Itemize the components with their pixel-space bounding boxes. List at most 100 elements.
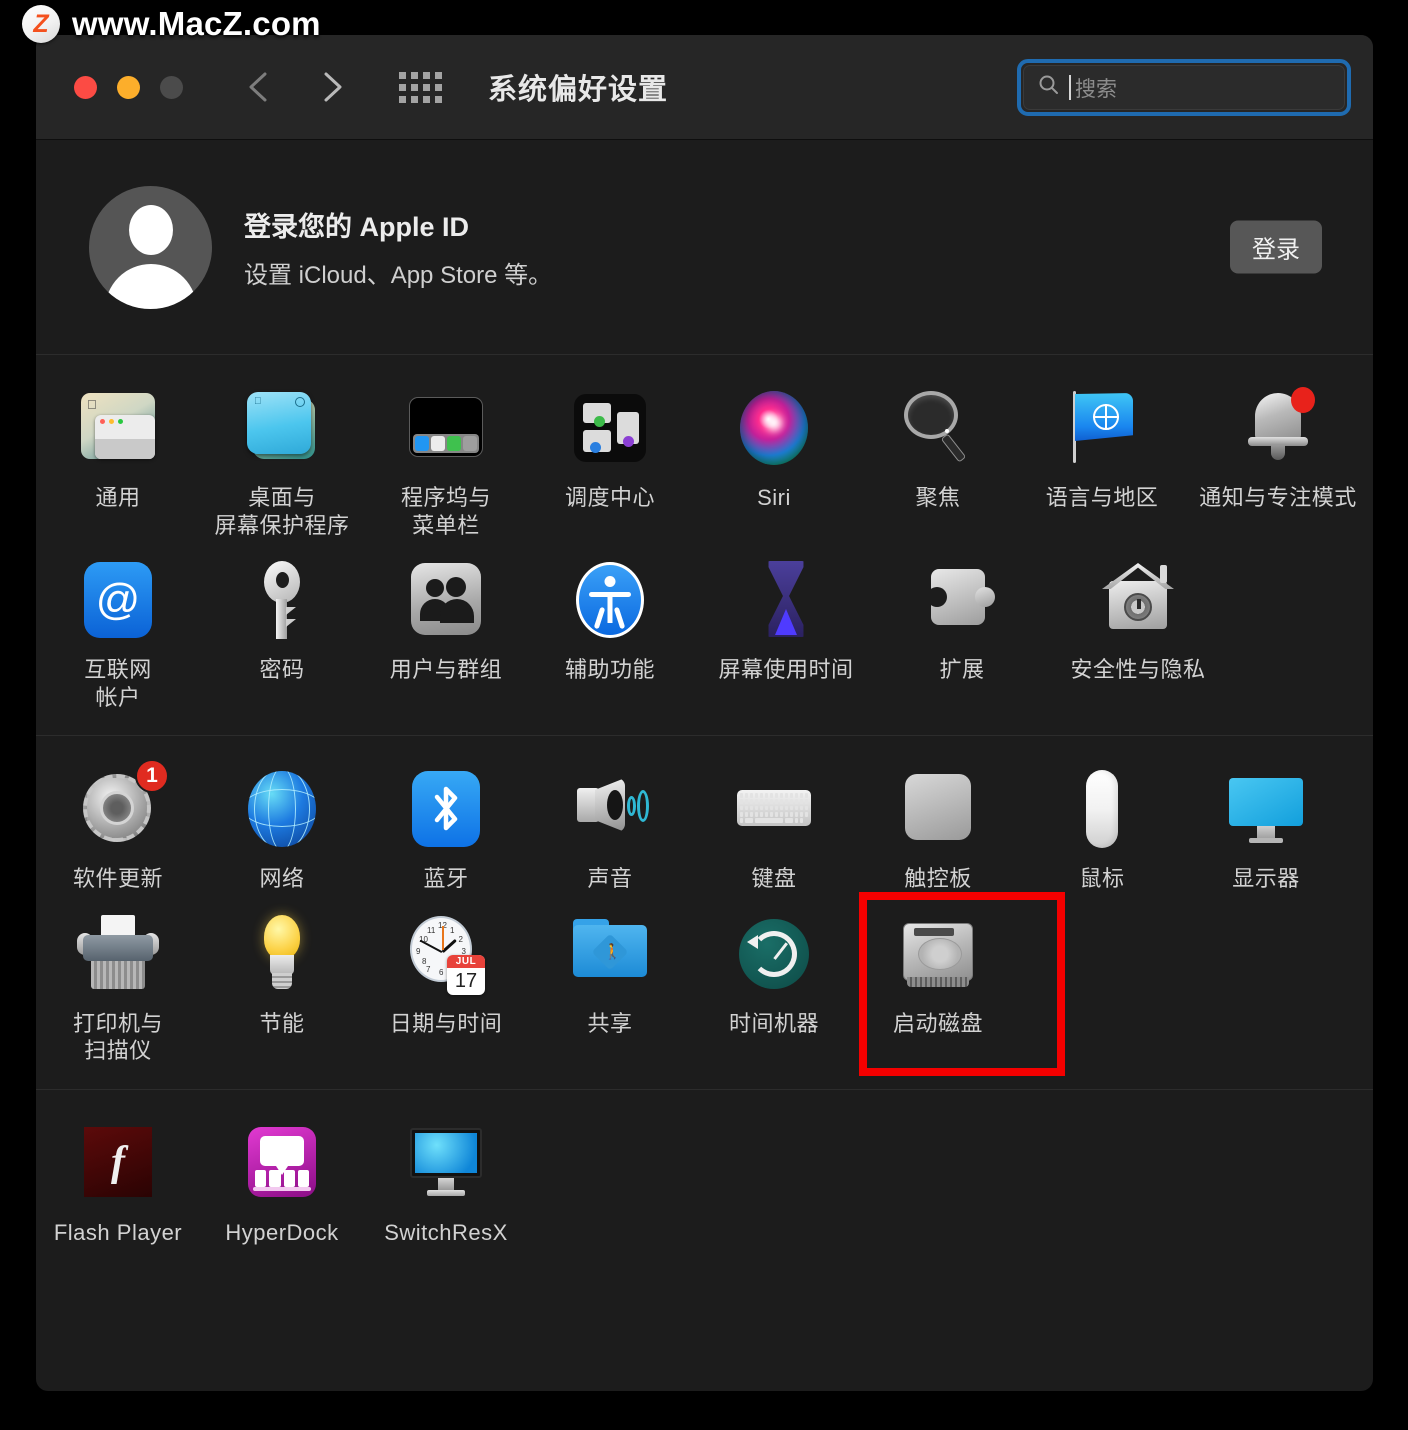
pane-label: Siri [757, 485, 791, 510]
keyboard-icon [731, 766, 817, 852]
pref-pane-notifications-focus[interactable]: 通知与专注模式 [1184, 377, 1372, 549]
pane-label: 安全性与隐私 [1070, 657, 1206, 682]
pref-pane-users-groups[interactable]: 用户与群组 [364, 549, 528, 721]
pref-pane-sound[interactable]: 声音 [528, 758, 692, 903]
pref-pane-extensions[interactable]: 扩展 [880, 549, 1044, 721]
bluetooth-icon [403, 766, 489, 852]
pane-label: 节能 [259, 1010, 305, 1036]
pref-pane-dock-menubar[interactable]: 程序坞与 菜单栏 [364, 377, 528, 549]
pane-label: 打印机与 扫描仪 [72, 1010, 163, 1064]
preferences-section-personal:  通用  桌面与 屏幕保护程序 程序坞与 菜单栏 [36, 355, 1373, 736]
pref-pane-bluetooth[interactable]: 蓝牙 [364, 758, 528, 903]
pref-pane-accessibility[interactable]: 辅助功能 [528, 549, 692, 721]
pref-pane-software-update[interactable]: 1 软件更新 [36, 758, 200, 903]
pane-label: 键盘 [751, 866, 797, 891]
spotlight-icon [895, 385, 981, 471]
pref-pane-startup-disk[interactable]: 启动磁盘 [856, 891, 1065, 1076]
pane-label: 程序坞与 菜单栏 [400, 485, 491, 538]
pane-label: 语言与地区 [1045, 485, 1159, 510]
system-preferences-window: 系统偏好设置 搜索 登录您的 Apple ID 设置 iCloud、App St… [36, 35, 1373, 1391]
watermark-url: www.MacZ.com [72, 5, 321, 42]
pref-pane-energy-saver[interactable]: 节能 [200, 903, 364, 1075]
maximize-icon[interactable] [160, 75, 183, 99]
pane-label: 密码 [259, 657, 305, 682]
pane-label: 通用 [95, 485, 141, 510]
pref-pane-time-machine[interactable]: 时间机器 [692, 903, 856, 1075]
pref-pane-desktop-screensaver[interactable]:  桌面与 屏幕保护程序 [200, 377, 364, 549]
pane-label: 网络 [259, 866, 305, 891]
pane-label: 显示器 [1232, 866, 1300, 891]
pref-pane-screen-time[interactable]: 屏幕使用时间 [692, 549, 880, 721]
extensions-icon [919, 557, 1005, 643]
minimize-icon[interactable] [117, 75, 140, 99]
text-caret [1069, 75, 1071, 100]
sign-in-button[interactable]: 登录 [1230, 220, 1322, 274]
preferences-section-hardware: 1 软件更新 网络 蓝牙 声音 键盘 触控板 鼠标 显示器 打印机与 扫描仪 节… [36, 736, 1373, 1090]
pref-pane-language-region[interactable]: 语言与地区 [1020, 377, 1184, 549]
pref-pane-internet-accounts[interactable]: @ 互联网 帐户 [36, 549, 200, 721]
apple-id-title: 登录您的 Apple ID [244, 211, 470, 242]
energy-saver-icon [239, 911, 325, 997]
siri-icon [731, 385, 817, 471]
search-placeholder: 搜索 [1075, 77, 1117, 101]
language-region-icon [1059, 385, 1145, 471]
pref-pane-date-time[interactable]: 12 3 6 9 11 1 10 2 8 7 [364, 903, 528, 1075]
show-all-grid-icon[interactable] [399, 71, 442, 103]
back-chevron-icon[interactable] [245, 70, 271, 104]
pane-label: 桌面与 屏幕保护程序 [214, 485, 350, 538]
printers-scanners-icon [75, 911, 161, 997]
notifications-focus-icon [1235, 385, 1321, 471]
pane-label: Flash Player [53, 1219, 183, 1245]
pref-pane-printers-scanners[interactable]: 打印机与 扫描仪 [36, 903, 200, 1075]
pref-pane-general[interactable]:  通用 [36, 377, 200, 549]
pref-pane-siri[interactable]: Siri [692, 377, 856, 549]
pane-row: @ 互联网 帐户 密码 用户与群组 辅助功能 屏幕使用时间 扩展 安全性与隐私 [36, 549, 1373, 721]
internet-accounts-icon: @ [75, 557, 161, 643]
pref-pane-spotlight[interactable]: 聚焦 [856, 377, 1020, 549]
users-groups-icon [403, 557, 489, 643]
pref-pane-keyboard[interactable]: 键盘 [692, 758, 856, 903]
pref-pane-mouse[interactable]: 鼠标 [1020, 758, 1184, 903]
pref-pane-sharing[interactable]: 共享 [528, 903, 692, 1075]
watermark: Z www.MacZ.com [22, 5, 321, 43]
pane-row: 1 软件更新 网络 蓝牙 声音 键盘 触控板 鼠标 显示器 [36, 758, 1373, 903]
macz-logo-icon: Z [22, 5, 60, 43]
pane-label: 鼠标 [1079, 866, 1125, 891]
dock-menubar-icon [403, 385, 489, 471]
pref-pane-security-privacy[interactable]: 安全性与隐私 [1044, 549, 1232, 721]
pref-pane-network[interactable]: 网络 [200, 758, 364, 903]
pref-pane-trackpad[interactable]: 触控板 [856, 758, 1020, 903]
search-input[interactable]: 搜索 [1023, 65, 1345, 110]
screen-time-icon [743, 557, 829, 643]
pane-label: 扩展 [939, 657, 985, 682]
passwords-icon [239, 557, 325, 643]
window-titlebar: 系统偏好设置 搜索 [36, 35, 1373, 140]
pane-label: HyperDock [225, 1219, 339, 1245]
pane-row: f Flash Player HyperDock SwitchResX [36, 1112, 1373, 1257]
pref-pane-switchresx[interactable]: SwitchResX [364, 1112, 528, 1257]
pref-pane-flash-player[interactable]: f Flash Player [36, 1112, 200, 1257]
pref-pane-displays[interactable]: 显示器 [1184, 758, 1348, 903]
pane-label: 日期与时间 [389, 1010, 503, 1036]
pane-label: 用户与群组 [389, 657, 503, 682]
flash-glyph: f [84, 1126, 152, 1197]
apple-id-text: 登录您的 Apple ID 设置 iCloud、App Store 等。 [244, 205, 552, 290]
search-icon [1037, 73, 1061, 102]
accessibility-icon [567, 557, 653, 643]
pref-pane-passwords[interactable]: 密码 [200, 549, 364, 721]
pane-label: 屏幕使用时间 [718, 657, 854, 682]
apple-id-section[interactable]: 登录您的 Apple ID 设置 iCloud、App Store 等。 登录 [36, 140, 1373, 355]
pane-label: 辅助功能 [564, 657, 655, 682]
pref-pane-hyperdock[interactable]: HyperDock [200, 1112, 364, 1257]
forward-chevron-icon[interactable] [319, 70, 345, 104]
pane-label: SwitchResX [384, 1219, 508, 1245]
calendar-month: JUL [447, 954, 485, 968]
time-machine-icon [731, 911, 817, 997]
pref-pane-mission-control[interactable]: 调度中心 [528, 377, 692, 549]
pane-label: 时间机器 [728, 1010, 819, 1036]
switchresx-icon [403, 1120, 489, 1206]
close-icon[interactable] [74, 75, 97, 99]
window-title: 系统偏好设置 [488, 74, 669, 106]
hyperdock-icon [239, 1120, 325, 1206]
displays-icon [1223, 766, 1309, 852]
